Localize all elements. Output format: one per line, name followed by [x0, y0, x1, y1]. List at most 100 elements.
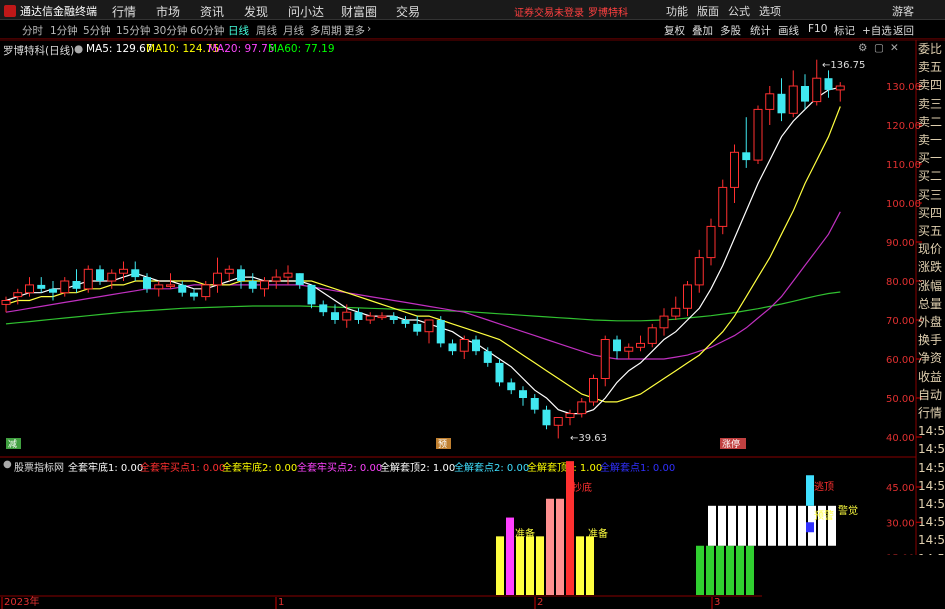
right-panel-label: 卖一: [918, 133, 943, 147]
candle-body: [260, 280, 269, 290]
candle-body: [565, 413, 575, 419]
indicator-bar: [586, 536, 594, 595]
candle-body: [753, 108, 763, 161]
indicator-bar: [726, 545, 734, 595]
indicator-bar: [748, 505, 756, 546]
right-panel-label: 净资: [918, 351, 943, 366]
indicator-bar: [556, 498, 564, 595]
indicator-bar: [778, 505, 786, 546]
price-tick-label: 130.00: [886, 82, 921, 93]
indicator-signal-label: 准备: [588, 527, 608, 540]
candle-body: [483, 351, 492, 363]
indicator-bar: [706, 545, 714, 595]
price-tick-label: 110.00: [886, 160, 921, 171]
right-panel-label[interactable]: 自动: [918, 388, 945, 404]
candle-body: [131, 269, 140, 278]
indicator-bar: [708, 505, 716, 546]
indicator-bar: [536, 536, 544, 595]
candle-body: [600, 339, 610, 379]
candle-body: [683, 284, 692, 309]
candle-body: [694, 257, 704, 286]
right-panel-label: 委比: [918, 42, 943, 56]
candle-body: [271, 276, 281, 282]
candle-body: [413, 323, 422, 332]
indicator-bar: [736, 545, 744, 595]
marker-label: 预: [438, 439, 447, 450]
candle-body: [577, 401, 587, 415]
right-panel-label: 总量: [918, 296, 943, 311]
candle-body: [530, 398, 539, 410]
indicator-signal-label: 逃顶: [814, 480, 834, 493]
indicator-bar: [806, 522, 814, 533]
price-tick-label: 60.00: [886, 355, 915, 366]
candle-body: [72, 281, 81, 289]
right-panel-label: 14:5: [918, 424, 945, 439]
indicator-bar: [516, 536, 524, 595]
watermark-bg: [762, 555, 945, 609]
candle-body: [237, 269, 245, 281]
right-panel-label: 14:5: [918, 497, 945, 511]
marker-label: 涨停: [722, 438, 740, 450]
x-axis-label: 3: [714, 597, 720, 608]
right-panel-label: 14:5: [918, 478, 945, 493]
indicator-bar: [696, 545, 704, 595]
right-panel-label: 14:5: [918, 533, 945, 548]
candle-body: [377, 315, 387, 319]
candle-body: [424, 319, 434, 333]
price-tick-label: 70.00: [886, 316, 915, 327]
right-panel-label: 卖二: [918, 114, 943, 129]
indicator-bar: [718, 505, 726, 546]
candle-body: [718, 186, 728, 227]
indicator-bar: [566, 461, 574, 595]
candle-body: [472, 339, 480, 352]
ma60-line: [5, 291, 841, 325]
candle-body: [507, 382, 516, 391]
candle-body: [835, 85, 845, 91]
candle-body: [459, 339, 469, 352]
candle-body: [319, 304, 328, 313]
price-tick-label: 50.00: [886, 394, 915, 405]
indicator-bar: [788, 505, 796, 546]
x-axis-label: 2: [537, 597, 543, 608]
right-panel-label: 涨幅: [918, 278, 943, 293]
candle-body: [636, 342, 645, 348]
candle-body: [824, 78, 833, 90]
price-tick-label: 120.00: [886, 121, 921, 132]
candle-body: [107, 272, 117, 282]
candle-body: [224, 268, 234, 274]
right-panel-label: 买二: [918, 169, 943, 184]
indicator-bar: [768, 505, 776, 546]
kline-chart[interactable]: 130.00120.00110.00100.0090.0080.0070.006…: [0, 0, 945, 609]
candle-body: [307, 284, 316, 305]
candle-body: [295, 273, 304, 285]
x-axis-label: 1: [278, 597, 284, 608]
indicator-bar: [716, 545, 724, 595]
candle-body: [542, 409, 551, 426]
candle-body: [730, 151, 739, 188]
candle-body: [201, 284, 211, 298]
price-tick-label: 40.00: [886, 433, 915, 444]
candle-body: [401, 320, 410, 324]
indicator-signal-label: 预警: [814, 509, 834, 522]
candle-body: [83, 268, 93, 290]
candle-body: [389, 316, 398, 320]
x-axis-label: 2023年: [4, 595, 39, 608]
low-price-label: ←39.63: [570, 433, 607, 444]
right-panel-label: 14:5: [918, 460, 945, 475]
indicator-bar: [526, 536, 534, 595]
right-panel-label: 买三: [918, 187, 943, 202]
candle-body: [25, 284, 34, 294]
candle-body: [812, 77, 822, 103]
right-panel-label: 收益: [918, 369, 943, 384]
right-panel-label[interactable]: 行情: [918, 406, 945, 422]
candle-body: [765, 93, 775, 110]
candle-body: [788, 85, 798, 114]
indicator-bar: [746, 545, 754, 595]
indicator-bar: [496, 536, 504, 595]
candle-body: [60, 280, 70, 294]
candle-body: [777, 93, 786, 114]
price-tick-label: 100.00: [886, 199, 921, 210]
indicator-bar: [738, 505, 746, 546]
indicator-bar: [546, 498, 554, 595]
indicator-bar: [806, 475, 814, 506]
